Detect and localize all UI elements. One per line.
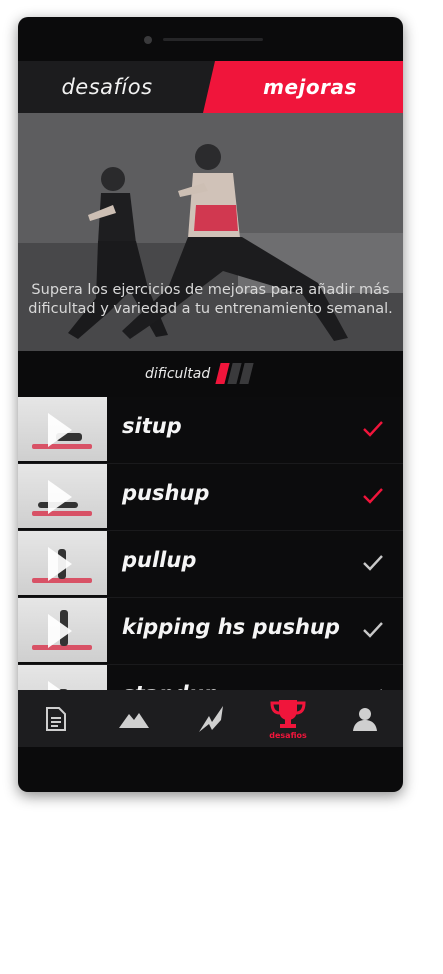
document-icon	[46, 706, 66, 731]
camera-dot	[144, 36, 152, 44]
exercise-thumbnail[interactable]	[18, 598, 107, 662]
exercise-name: pullup	[122, 548, 197, 572]
nav-document[interactable]	[40, 690, 72, 747]
exercise-thumbnail[interactable]	[18, 397, 107, 461]
hero-banner: Supera los ejercicios de mejoras para añ…	[18, 113, 403, 351]
bottom-nav: desafios	[18, 690, 403, 747]
nav-desafios-label: desafios	[269, 730, 307, 740]
difficulty-label: dificultad	[145, 366, 211, 382]
user-icon	[353, 707, 377, 731]
exercise-row[interactable]: pushup	[18, 464, 403, 531]
exercise-row[interactable]: pullup	[18, 531, 403, 598]
nav-profile[interactable]	[350, 690, 380, 747]
play-icon[interactable]	[48, 681, 72, 690]
exercise-row[interactable]: standup	[18, 665, 403, 690]
exercise-name: kipping hs pushup	[122, 615, 340, 639]
speaker-grille	[163, 38, 263, 41]
hero-description: Supera los ejercicios de mejoras para añ…	[28, 282, 393, 317]
difficulty-bar	[239, 363, 254, 384]
exercise-row[interactable]: kipping hs pushup	[18, 598, 403, 665]
nav-progress[interactable]	[194, 690, 228, 747]
exercise-list[interactable]: situp pushup pullup kipping hs pushup standu…	[18, 397, 403, 690]
exercise-row[interactable]: situp	[18, 397, 403, 464]
exercise-name: pushup	[122, 481, 210, 505]
play-icon[interactable]	[48, 614, 72, 648]
tab-desafios[interactable]: desafíos	[18, 61, 208, 113]
phone-frame: desafíos mejoras Supera los ejercicios d…	[18, 17, 403, 792]
nav-desafios[interactable]: desafios	[266, 690, 310, 747]
play-icon[interactable]	[48, 480, 72, 514]
exercise-thumbnail[interactable]	[18, 531, 107, 595]
exercise-thumbnail[interactable]	[18, 464, 107, 528]
check-icon	[363, 488, 383, 504]
nav-mountain[interactable]	[116, 690, 152, 747]
exercise-name: standup	[122, 682, 219, 690]
bolt-chart-icon	[199, 705, 223, 732]
play-icon[interactable]	[48, 413, 72, 447]
exercise-name: situp	[122, 414, 182, 438]
tab-bar: desafíos mejoras	[18, 61, 403, 113]
tab-mejoras[interactable]: mejoras	[203, 61, 403, 113]
check-icon	[363, 421, 383, 437]
difficulty-bars	[215, 363, 254, 384]
check-icon	[363, 622, 383, 638]
mountain-icon	[119, 712, 149, 728]
exercise-thumbnail[interactable]	[18, 665, 107, 690]
play-icon[interactable]	[48, 547, 72, 581]
check-icon	[363, 555, 383, 571]
difficulty-indicator: dificultad	[18, 351, 403, 397]
trophy-icon	[270, 699, 306, 728]
